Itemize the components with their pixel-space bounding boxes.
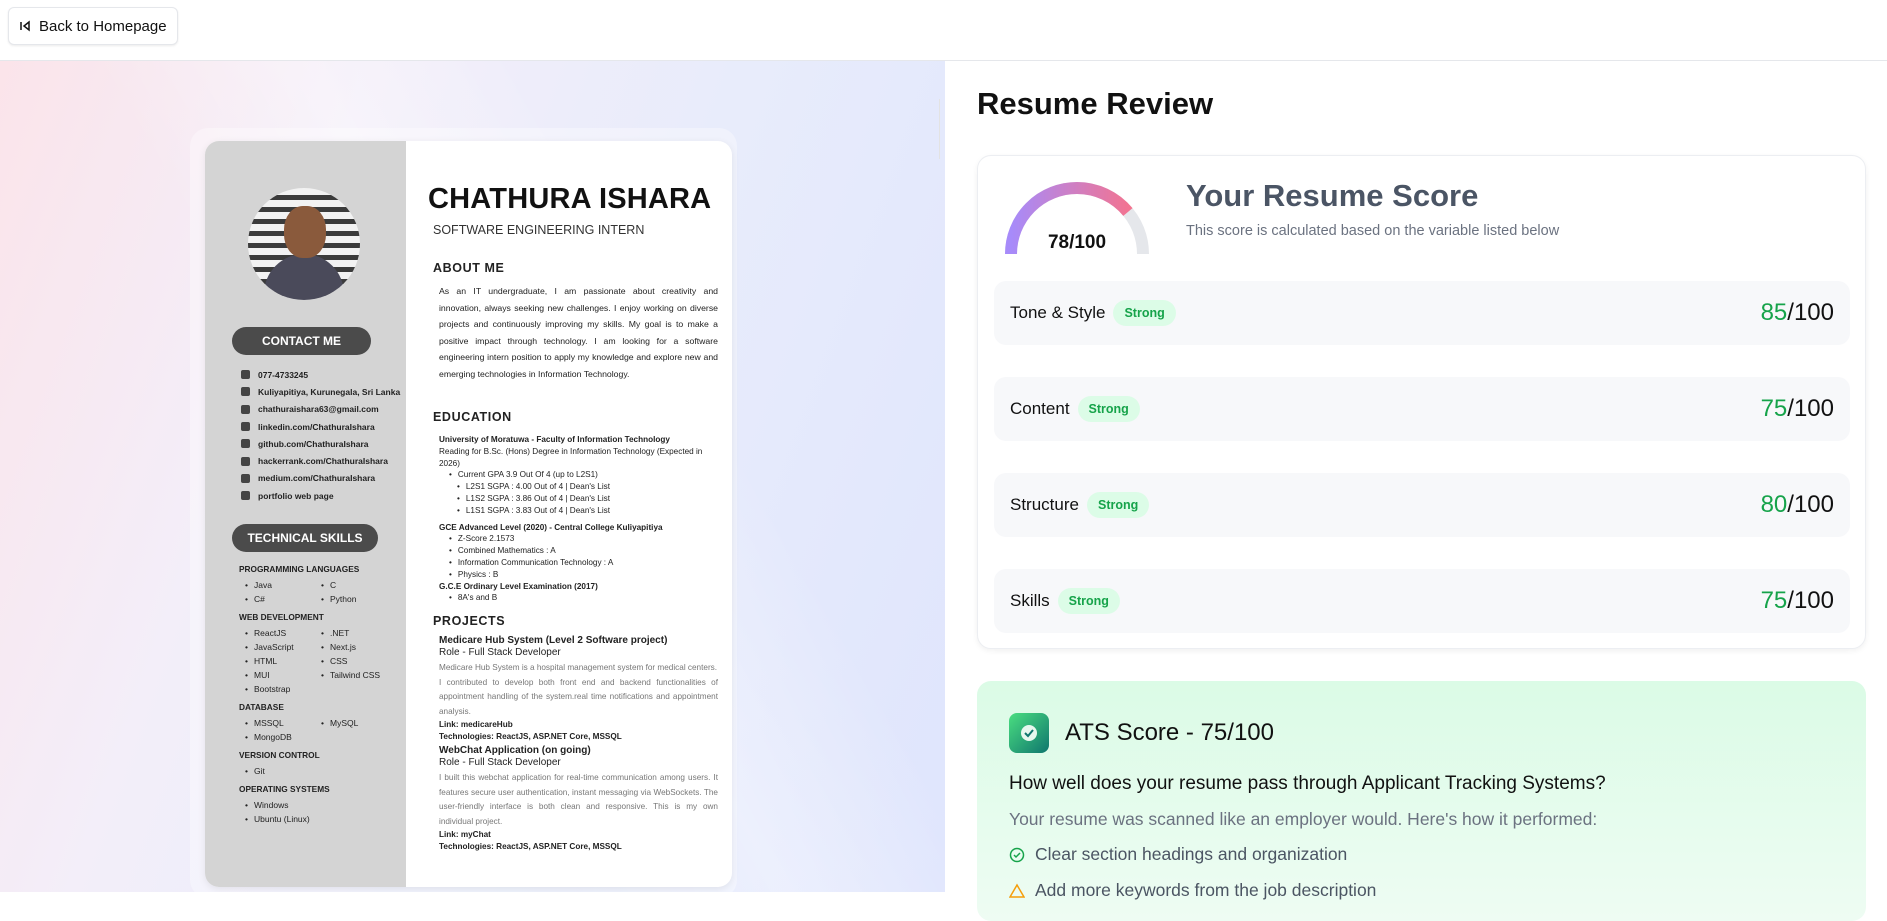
resume-main: CHATHURA ISHARA SOFTWARE ENGINEERING INT… xyxy=(406,141,732,887)
contact-item: Kuliyapitiya, Kurunegala, Sri Lanka xyxy=(241,383,400,400)
resume-image[interactable]: CONTACT ME 077-4733245 Kuliyapitiya, Kur… xyxy=(205,141,732,887)
status-badge: Strong xyxy=(1057,588,1120,614)
score-card: 78/100 Your Resume Score This score is c… xyxy=(977,155,1866,649)
projects-heading: PROJECTS xyxy=(433,614,506,628)
category-name: Skills xyxy=(1010,591,1050,610)
status-badge: Strong xyxy=(1113,300,1176,326)
contact-item: 077-4733245 xyxy=(241,366,400,383)
resume-role: SOFTWARE ENGINEERING INTERN xyxy=(433,223,645,237)
category-row: Content Strong 75/100 xyxy=(994,377,1850,441)
technical-skills-heading: TECHNICAL SKILLS xyxy=(232,524,378,552)
check-circle-icon xyxy=(1009,847,1025,862)
contact-item: medium.com/ChathuraIshara xyxy=(241,470,400,487)
top-bar: Back to Homepage xyxy=(0,0,1887,61)
ats-question: How well does your resume pass through A… xyxy=(1009,773,1606,794)
contact-item: portfolio web page xyxy=(241,487,400,504)
briefcase-icon xyxy=(241,491,250,501)
warning-icon xyxy=(1009,883,1025,898)
resume-name: CHATHURA ISHARA xyxy=(428,183,712,215)
status-badge: Strong xyxy=(1086,492,1150,518)
phone-icon xyxy=(241,370,250,380)
location-icon xyxy=(241,387,250,397)
education-section: University of Moratuwa - Faculty of Info… xyxy=(439,434,718,604)
category-row: Structure Strong 80/100 xyxy=(994,473,1850,537)
back-to-homepage-button[interactable]: Back to Homepage xyxy=(8,7,178,45)
resume-preview-frame[interactable]: CONTACT ME 077-4733245 Kuliyapitiya, Kur… xyxy=(190,128,737,892)
category-score: 75/100 xyxy=(1760,395,1834,422)
category-score: 80/100 xyxy=(1760,491,1834,518)
score-subtitle: This score is calculated based on the va… xyxy=(1186,223,1560,239)
contact-item: hackerrank.com/ChathuraIshara xyxy=(241,452,400,469)
contact-heading: CONTACT ME xyxy=(232,327,371,355)
category-name: Content xyxy=(1010,399,1070,418)
about-heading: ABOUT ME xyxy=(433,261,505,275)
page-title: Resume Review xyxy=(977,86,1214,121)
category-row: Skills Strong 75/100 xyxy=(994,569,1850,633)
contact-list: 077-4733245 Kuliyapitiya, Kurunegala, Sr… xyxy=(241,366,400,504)
ats-item: Clear section headings and organization xyxy=(1009,844,1347,865)
score-gauge: 78/100 xyxy=(1002,176,1152,266)
category-name: Structure xyxy=(1010,495,1079,514)
profile-photo xyxy=(248,188,360,300)
ats-item: Add more keywords from the job descripti… xyxy=(1009,880,1376,901)
back-arrow-icon xyxy=(20,20,30,32)
hackerrank-icon xyxy=(241,456,250,466)
projects-section: Medicare Hub System (Level 2 Software pr… xyxy=(439,635,718,851)
category-row: Tone & Style Strong 85/100 xyxy=(994,281,1850,345)
contact-item: linkedin.com/ChathuraIshara xyxy=(241,418,400,435)
divider xyxy=(939,99,940,159)
contact-item: github.com/ChathuraIshara xyxy=(241,435,400,452)
about-text: As an IT undergraduate, I am passionate … xyxy=(439,286,718,379)
check-badge-icon xyxy=(1009,713,1049,753)
back-button-label: Back to Homepage xyxy=(39,17,167,35)
github-icon xyxy=(241,439,250,449)
skills-section: PROGRAMMING LANGUAGES JavaCC#Python WEB … xyxy=(239,564,399,832)
contact-item: chathuraishara63@gmail.com xyxy=(241,401,400,418)
category-score: 85/100 xyxy=(1760,299,1834,326)
resume-preview-panel: CONTACT ME 077-4733245 Kuliyapitiya, Kur… xyxy=(0,61,945,892)
status-badge: Strong xyxy=(1077,396,1140,422)
category-name: Tone & Style xyxy=(1010,303,1106,322)
ats-title: ATS Score - 75/100 xyxy=(1065,719,1274,746)
medium-icon xyxy=(241,473,250,483)
score-title: Your Resume Score xyxy=(1186,178,1479,213)
linkedin-icon xyxy=(241,422,250,432)
category-score: 75/100 xyxy=(1760,587,1834,614)
education-heading: EDUCATION xyxy=(433,410,512,424)
mail-icon xyxy=(241,404,250,414)
ats-card: ATS Score - 75/100 How well does your re… xyxy=(977,681,1866,921)
ats-description: Your resume was scanned like an employer… xyxy=(1009,809,1598,829)
resume-sidebar: CONTACT ME 077-4733245 Kuliyapitiya, Kur… xyxy=(205,141,406,887)
score-value: 78/100 xyxy=(1047,232,1107,253)
